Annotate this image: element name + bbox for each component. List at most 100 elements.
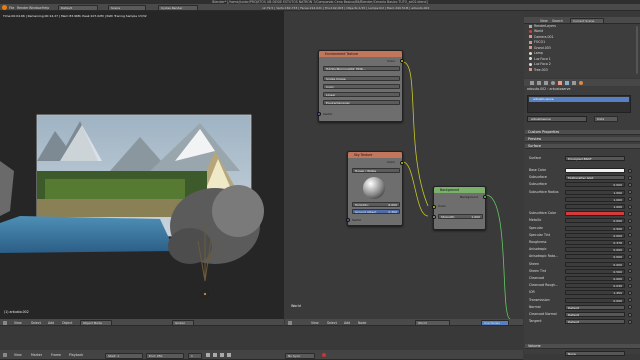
material-slot-selected[interactable]: arbusto.serve [529, 97, 629, 102]
socket-link-icon[interactable] [628, 175, 632, 180]
property-value-field[interactable]: 0.000 [565, 261, 625, 267]
timeline-menu-frame[interactable]: Frame [51, 353, 61, 357]
menu-window[interactable]: Window [29, 6, 42, 10]
end-frame-field[interactable]: End: 250 [146, 352, 184, 359]
render-tab-icon[interactable] [530, 80, 534, 85]
pivot-select[interactable]: Global [172, 320, 194, 326]
property-value-field[interactable]: 0.000 [565, 232, 625, 238]
sky-texture-node[interactable]: Sky Texture Color Hosek / Wilkie Turbidi… [346, 151, 404, 226]
surface-shader-select[interactable]: Principled BSDF [565, 156, 625, 161]
subsurface-color-swatch[interactable] [565, 211, 625, 217]
timeline-menu-playback[interactable]: Playback [69, 353, 83, 357]
outliner[interactable]: RenderLayers World Camera.001 FOCO1 Gron… [524, 24, 640, 78]
socket-link-icon[interactable] [628, 204, 632, 209]
outliner-item[interactable]: Luz Foco 1 [529, 57, 551, 62]
editor-type-icon[interactable] [3, 320, 7, 325]
outliner-menu-search[interactable]: Search [552, 19, 563, 23]
menu-render[interactable]: Render [17, 6, 28, 10]
menu-select[interactable]: Select [31, 321, 41, 325]
socket-link-icon[interactable] [628, 254, 632, 259]
env-projection-select[interactable]: Equirectangular [323, 100, 400, 105]
socket-link-icon[interactable] [628, 305, 632, 310]
menu-help[interactable]: Help [42, 6, 49, 10]
data-tab-icon[interactable] [572, 80, 576, 85]
play-reverse-icon[interactable] [213, 353, 217, 357]
property-value-field[interactable]: 0.000 [565, 247, 625, 253]
node-menu-select[interactable]: Select [327, 321, 337, 325]
menu-file[interactable]: File [9, 6, 14, 10]
node-menu-add[interactable]: Add [344, 321, 350, 325]
socket-link-icon[interactable] [628, 290, 632, 295]
menu-add[interactable]: Add [48, 321, 54, 325]
sync-select[interactable]: No Sync [285, 352, 315, 359]
env-color-select[interactable]: Color [323, 84, 400, 89]
property-value-field[interactable]: 0.500 [565, 268, 625, 274]
panel-surface[interactable]: Surface [525, 144, 640, 149]
socket-link-icon[interactable] [628, 168, 632, 173]
world-tab-icon[interactable] [551, 80, 555, 85]
outliner-item[interactable]: Tree.003 [529, 68, 548, 73]
env-out-color-socket[interactable] [400, 59, 404, 63]
property-select[interactable]: Multiscatter GGX [565, 175, 625, 181]
sky-in-vector-socket[interactable] [346, 218, 350, 222]
sky-model-select[interactable]: Hosek / Wilkie [352, 168, 400, 173]
property-value-field[interactable]: 1.450 [565, 290, 625, 296]
property-value-field[interactable]: 0.000 [565, 254, 625, 260]
material-data-select[interactable]: Data [594, 116, 618, 122]
base-color-swatch[interactable] [565, 168, 625, 173]
material-datablock[interactable]: arbustoserve [527, 116, 587, 122]
socket-link-icon[interactable] [628, 262, 632, 267]
property-value-field[interactable]: 0.376 [565, 240, 625, 245]
viewport-3d[interactable]: Time:00:04.66 | Remaining:00:14.27 | Mem… [0, 11, 284, 319]
property-value-field[interactable]: 0.000 [565, 297, 625, 303]
start-frame-field[interactable]: Start: 1 [105, 352, 143, 359]
socket-link-icon[interactable] [628, 218, 632, 223]
node-menu-view[interactable]: View [311, 321, 319, 325]
property-select[interactable]: Default [565, 312, 625, 317]
environment-texture-node[interactable]: Environment Texture Color HdrSkyMorning0… [317, 50, 404, 122]
panel-custom-properties[interactable]: Custom Properties [525, 130, 640, 135]
property-value-field[interactable]: 1.000 [565, 189, 625, 195]
property-value-field[interactable]: 0.030 [565, 283, 625, 289]
layers-tab-icon[interactable] [537, 80, 541, 85]
outliner-scrollbar[interactable] [636, 26, 638, 74]
env-in-vector-socket[interactable] [317, 112, 321, 116]
use-nodes-toggle[interactable]: Use Nodes [481, 320, 509, 326]
env-interp-select[interactable]: Linear [323, 92, 400, 97]
property-value-field[interactable]: 1.000 [565, 204, 625, 209]
property-value-field[interactable]: 0.000 [565, 276, 625, 281]
property-select[interactable]: Default [565, 319, 625, 325]
env-source-select[interactable]: Single Image [323, 76, 400, 81]
bg-in-color-socket[interactable] [432, 205, 436, 209]
outliner-item[interactable]: World [529, 29, 543, 34]
timeline-menu-marker[interactable]: Marker [31, 353, 42, 357]
socket-link-icon[interactable] [628, 211, 632, 216]
socket-link-icon[interactable] [628, 226, 632, 231]
timeline-menu-view[interactable]: View [14, 353, 22, 357]
material-tab-icon[interactable] [579, 80, 583, 85]
volume-select[interactable]: None [565, 351, 625, 356]
background-node[interactable]: Background Background Color Strength: 1.… [432, 186, 487, 230]
jump-start-icon[interactable] [206, 353, 210, 357]
world-select[interactable]: World [415, 320, 450, 326]
panel-volume[interactable]: Volume [525, 344, 640, 349]
node-editor[interactable]: Environment Texture Color HdrSkyMorning0… [285, 11, 523, 319]
outliner-item[interactable]: Luz Foco 2 [529, 62, 551, 67]
node-editor-type-icon[interactable] [288, 320, 292, 325]
bg-out-socket[interactable] [483, 195, 487, 199]
socket-link-icon[interactable] [628, 197, 632, 202]
modifiers-tab-icon[interactable] [565, 80, 569, 85]
record-icon[interactable] [322, 353, 326, 357]
play-icon[interactable] [220, 353, 224, 357]
current-frame-field[interactable]: 1 [188, 352, 202, 359]
socket-link-icon[interactable] [628, 247, 632, 252]
socket-link-icon[interactable] [628, 283, 632, 288]
socket-link-icon[interactable] [628, 319, 632, 324]
socket-link-icon[interactable] [628, 269, 632, 274]
material-slots-list[interactable]: arbusto.serve [527, 95, 631, 113]
node-menu-node[interactable]: Node [358, 321, 366, 325]
env-image-field[interactable]: HdrSkyMorning002_HDR... [323, 66, 400, 71]
panel-preview[interactable]: Preview [525, 137, 640, 142]
socket-link-icon[interactable] [628, 233, 632, 238]
timeline-type-icon[interactable] [3, 353, 7, 357]
